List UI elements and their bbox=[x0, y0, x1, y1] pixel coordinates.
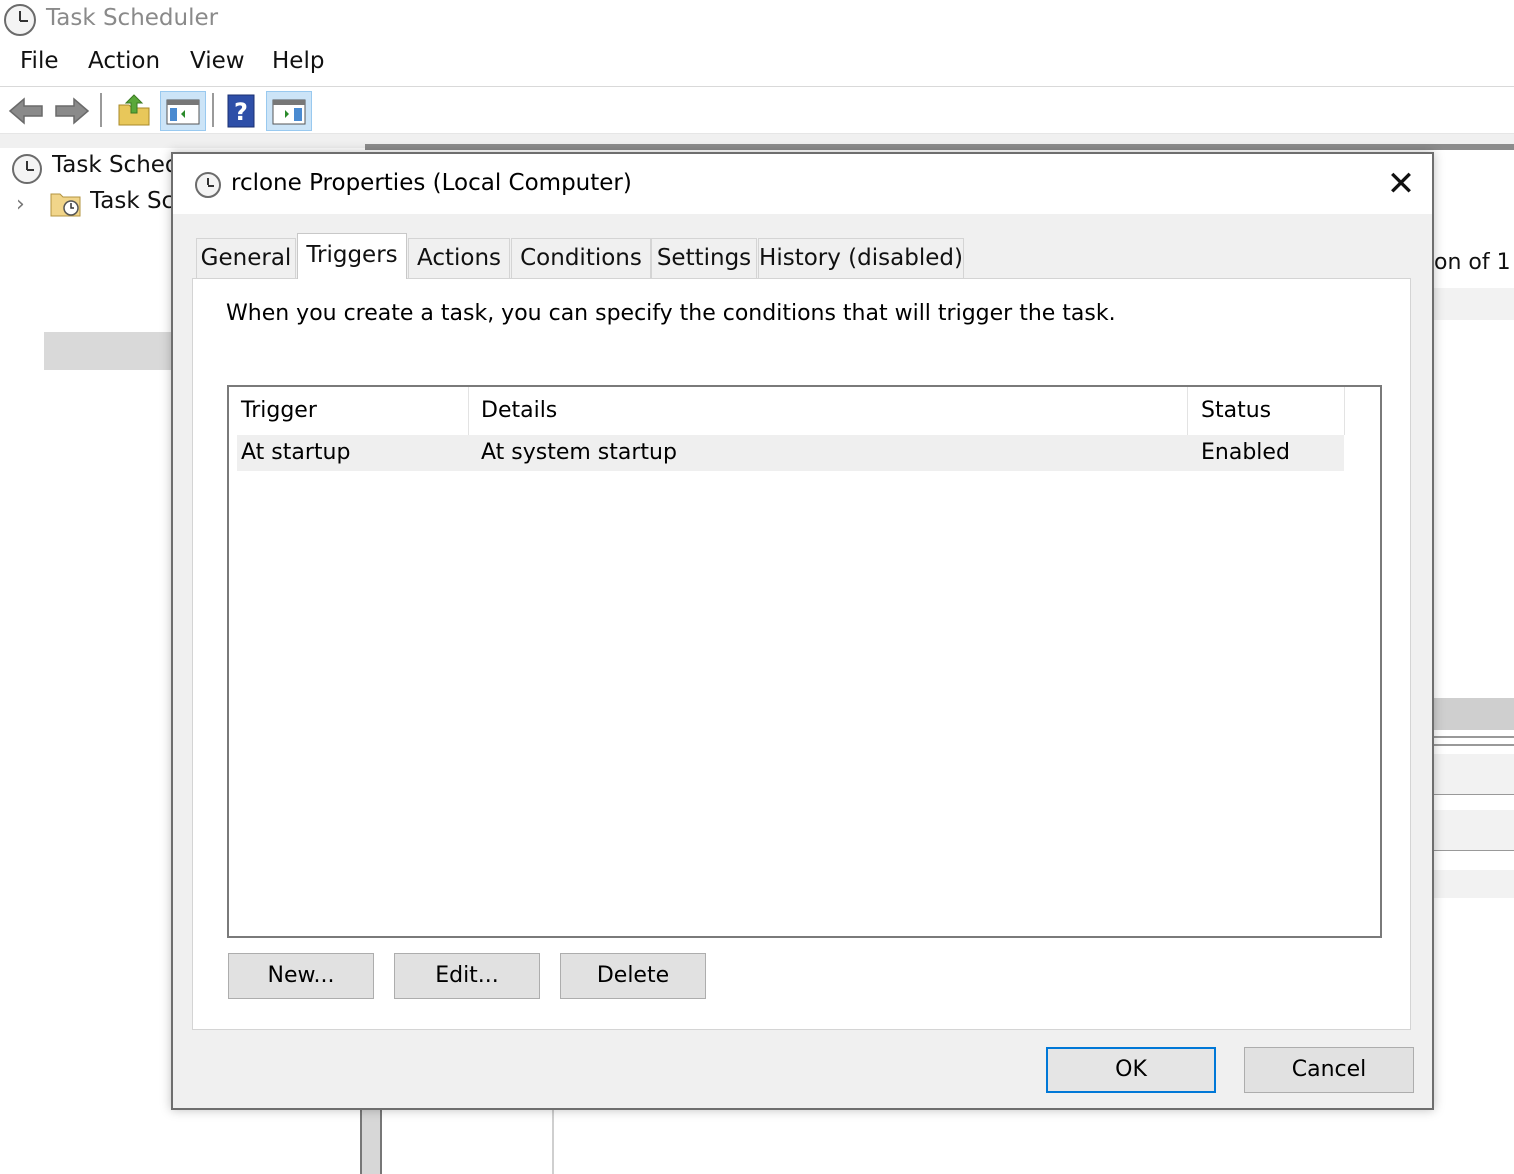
table-row[interactable]: At startup At system startup Enabled bbox=[237, 435, 1344, 471]
menu-bar: File Action View Help bbox=[0, 40, 1514, 87]
column-header-trigger[interactable]: Trigger bbox=[229, 387, 469, 435]
console-tree: Task Scheduler (Local) › Task Scheduler … bbox=[0, 148, 172, 1174]
cell-details: At system startup bbox=[481, 440, 677, 465]
tree-pane-border bbox=[360, 1105, 382, 1174]
menu-action[interactable]: Action bbox=[88, 48, 160, 74]
triggers-tab-panel: When you create a task, you can specify … bbox=[192, 278, 1411, 1030]
chevron-right-icon[interactable]: › bbox=[16, 192, 25, 217]
pane-splitter[interactable] bbox=[365, 144, 1514, 150]
tab-actions[interactable]: Actions bbox=[408, 238, 510, 278]
tab-triggers[interactable]: Triggers bbox=[297, 233, 407, 279]
column-divider[interactable] bbox=[1344, 387, 1345, 435]
menu-help[interactable]: Help bbox=[272, 48, 324, 74]
tab-conditions[interactable]: Conditions bbox=[511, 238, 651, 278]
toolbar-separator bbox=[100, 93, 102, 127]
right-pane-row bbox=[1434, 288, 1514, 320]
task-scheduler-clock-icon bbox=[4, 4, 36, 36]
properties-dialog: rclone Properties (Local Computer) ✕ Gen… bbox=[171, 152, 1434, 1110]
tree-item-root[interactable]: Task Scheduler (Local) bbox=[52, 152, 172, 178]
column-divider[interactable] bbox=[1187, 387, 1188, 435]
right-pane-fragment bbox=[1434, 158, 1514, 1110]
menu-file[interactable]: File bbox=[20, 48, 59, 74]
app-titlebar: Task Scheduler bbox=[0, 0, 1514, 40]
cell-trigger: At startup bbox=[241, 440, 351, 465]
cell-status: Enabled bbox=[1201, 440, 1290, 465]
show-hide-action-pane-icon[interactable] bbox=[266, 91, 312, 131]
dialog-titlebar[interactable]: rclone Properties (Local Computer) ✕ bbox=[173, 154, 1432, 214]
right-pane-divider bbox=[1434, 736, 1514, 746]
svg-text:?: ? bbox=[234, 98, 248, 126]
cancel-button[interactable]: Cancel bbox=[1244, 1047, 1414, 1093]
dialog-title: rclone Properties (Local Computer) bbox=[231, 170, 632, 196]
triggers-list[interactable]: Trigger Details Status At startup At sys… bbox=[227, 385, 1382, 938]
tree-item-selection bbox=[44, 332, 172, 370]
menu-view[interactable]: View bbox=[190, 48, 245, 74]
triggers-description: When you create a task, you can specify … bbox=[226, 301, 1116, 326]
task-clock-icon bbox=[195, 172, 221, 198]
tree-item-library[interactable]: Task Scheduler Library bbox=[90, 188, 172, 214]
close-icon[interactable]: ✕ bbox=[1379, 164, 1423, 204]
right-pane-row bbox=[1434, 754, 1514, 795]
task-scheduler-clock-icon bbox=[12, 154, 42, 184]
right-pane-partial-text: on of 1 c bbox=[1434, 250, 1514, 275]
show-hide-console-tree-icon[interactable] bbox=[160, 91, 206, 131]
delete-trigger-button[interactable]: Delete bbox=[560, 953, 706, 999]
new-trigger-button[interactable]: New... bbox=[228, 953, 374, 999]
help-icon[interactable]: ? bbox=[222, 91, 262, 131]
ok-button[interactable]: OK bbox=[1046, 1047, 1216, 1093]
toolbar-separator bbox=[212, 93, 214, 127]
right-pane-scrollbar[interactable] bbox=[1434, 698, 1514, 730]
tab-general[interactable]: General bbox=[196, 238, 296, 278]
edit-trigger-button[interactable]: Edit... bbox=[394, 953, 540, 999]
tab-history[interactable]: History (disabled) bbox=[758, 238, 964, 278]
tab-settings[interactable]: Settings bbox=[651, 238, 757, 278]
column-header-details[interactable]: Details bbox=[469, 387, 1187, 435]
forward-arrow-icon[interactable] bbox=[52, 91, 92, 131]
column-header-status[interactable]: Status bbox=[1189, 387, 1345, 435]
app-title: Task Scheduler bbox=[46, 5, 219, 31]
right-pane-row bbox=[1434, 870, 1514, 898]
right-pane-row bbox=[1434, 810, 1514, 851]
up-folder-icon[interactable] bbox=[114, 91, 154, 131]
toolbar: ? bbox=[0, 87, 1514, 134]
pane-divider bbox=[552, 1110, 554, 1174]
library-folder-clock-icon bbox=[50, 188, 82, 218]
back-arrow-icon[interactable] bbox=[6, 91, 46, 131]
